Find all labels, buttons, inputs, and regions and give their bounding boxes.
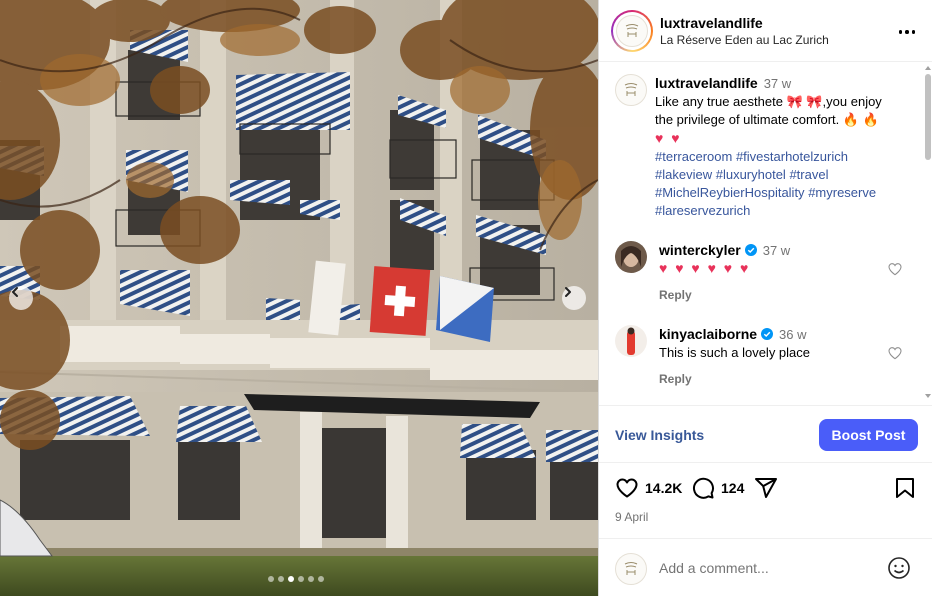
emoji-icon[interactable] [887, 556, 911, 580]
more-icon [898, 30, 903, 34]
hotel-logo-icon [625, 24, 639, 37]
view-insights-link[interactable]: View Insights [615, 427, 704, 443]
hashtag[interactable]: #myreserve [808, 185, 876, 200]
previous-slide-button[interactable] [9, 286, 33, 310]
caption-avatar[interactable] [615, 74, 647, 106]
comments-list[interactable]: luxtravelandlife 37 w Like any true aesth… [599, 62, 932, 405]
post-header: luxtravelandlife La Réserve Eden au Lac … [599, 0, 932, 62]
heart-emoji-icon: ♥ ♥ [655, 130, 682, 146]
ribbon-emoji-icon: 🎀 🎀 [786, 94, 823, 109]
comment-icon[interactable] [691, 476, 715, 500]
comment-text: This is such a lovely place [659, 345, 811, 360]
bookmark-icon[interactable] [894, 476, 916, 500]
caption-time: 37 w [763, 76, 792, 91]
caption-hashtags: #terraceroom #fivestarhotelzurich #lakev… [655, 149, 876, 218]
avatar-photo [615, 241, 647, 273]
carousel-dot [318, 576, 324, 582]
comment-time: 36 w [779, 326, 807, 342]
caption-text-1: Like any true aesthete [655, 94, 783, 109]
post-date: 9 April [615, 510, 649, 524]
like-comment-icon[interactable] [887, 261, 903, 277]
hashtag[interactable]: #fivestarhotelzurich [736, 149, 848, 164]
hotel-facade-image [0, 0, 598, 596]
like-comment-icon[interactable] [887, 345, 903, 361]
like-action[interactable]: 14.2K [615, 476, 682, 500]
hashtag[interactable]: #terraceroom [655, 149, 732, 164]
next-slide-button[interactable] [562, 286, 586, 310]
caption-text-2: the privilege of ultimate comfort. [655, 112, 840, 127]
commenter-username[interactable]: winterckyler [659, 242, 741, 258]
carousel-dot [308, 576, 314, 582]
commenter-avatar[interactable] [615, 325, 647, 357]
reply-button[interactable]: Reply [659, 372, 692, 386]
verified-icon [761, 328, 774, 340]
caption-username[interactable]: luxtravelandlife [655, 75, 758, 91]
hashtag[interactable]: #travel [789, 167, 828, 182]
reply-button[interactable]: Reply [659, 288, 692, 302]
hashtag[interactable]: #lakeview [655, 167, 712, 182]
more-options-button[interactable] [897, 22, 917, 42]
author-avatar[interactable] [611, 10, 653, 52]
hotel-logo-icon [624, 562, 638, 575]
post-viewer: luxtravelandlife La Réserve Eden au Lac … [0, 0, 932, 596]
comment-username-row: winterckyler 37 w [659, 242, 790, 258]
comment-username-row: kinyaclaiborne 36 w [659, 326, 807, 342]
boost-post-button[interactable]: Boost Post [819, 419, 918, 451]
action-bar: 14.2K 124 [599, 474, 932, 504]
comment-count[interactable]: 124 [721, 480, 744, 496]
hashtag[interactable]: #lareservezurich [655, 203, 750, 218]
add-comment-bar [599, 538, 932, 596]
comment-time: 37 w [762, 242, 791, 258]
carousel-dot [298, 576, 304, 582]
current-user-avatar [615, 553, 647, 585]
add-comment-input[interactable] [659, 560, 879, 576]
hotel-logo-icon [624, 83, 638, 96]
share-icon[interactable] [754, 476, 778, 500]
caption-text-mid: ,you enjoy [822, 94, 882, 109]
chevron-right-icon [565, 287, 571, 297]
post-location[interactable]: La Réserve Eden au Lac Zurich [660, 33, 829, 47]
share-action[interactable] [754, 476, 778, 500]
comments-scrollbar[interactable] [924, 64, 932, 400]
hashtag[interactable]: #luxuryhotel [716, 167, 786, 182]
save-action[interactable] [894, 476, 916, 500]
commenter-avatar[interactable] [615, 241, 647, 273]
chevron-left-icon [12, 287, 18, 297]
carousel-dot-active [288, 576, 294, 582]
caption: luxtravelandlife 37 w Like any true aesth… [655, 74, 911, 220]
carousel-dot [278, 576, 284, 582]
carousel-indicator [268, 576, 324, 582]
carousel-dot [268, 576, 274, 582]
post-photo[interactable] [0, 0, 598, 596]
comment-text: ♥ ♥ ♥ ♥ ♥ ♥ [659, 260, 751, 276]
commenter-username[interactable]: kinyaclaiborne [659, 326, 757, 342]
author-username[interactable]: luxtravelandlife [660, 15, 763, 31]
verified-icon [744, 244, 757, 256]
heart-icon[interactable] [615, 476, 639, 500]
comment-action[interactable]: 124 [691, 476, 744, 500]
fire-emoji-icon: 🔥 🔥 [842, 112, 879, 127]
insights-bar: View Insights Boost Post [599, 405, 932, 463]
like-count[interactable]: 14.2K [645, 480, 682, 496]
avatar-photo [615, 325, 647, 357]
post-side-panel: luxtravelandlife La Réserve Eden au Lac … [598, 0, 932, 596]
hashtag[interactable]: #MichelReybierHospitality [655, 185, 805, 200]
scroll-thumb[interactable] [925, 74, 931, 160]
